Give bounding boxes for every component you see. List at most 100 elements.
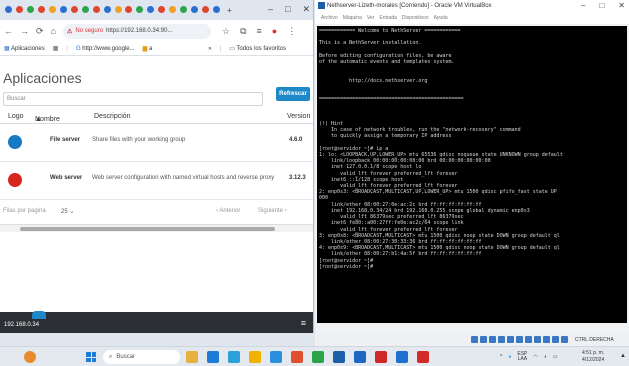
office-app-icon[interactable] bbox=[291, 351, 303, 363]
tab-favicon[interactable] bbox=[59, 6, 67, 13]
tab-favicon[interactable] bbox=[114, 6, 122, 13]
battery-icon[interactable]: ▭ bbox=[553, 354, 558, 360]
cpu-icon[interactable] bbox=[543, 336, 550, 343]
language-indicator[interactable]: ESP LAA bbox=[517, 352, 527, 362]
horizontal-scrollbar[interactable] bbox=[0, 224, 313, 232]
clock[interactable]: 4:51 p. m. 4/12/2024 bbox=[582, 350, 604, 364]
tray-overflow-icon[interactable]: ^ bbox=[500, 354, 502, 360]
tab-favicon[interactable] bbox=[37, 6, 45, 13]
menu-maquina[interactable]: Máquina bbox=[343, 15, 362, 24]
close-icon[interactable]: ✕ bbox=[302, 4, 310, 15]
tab-favicon[interactable] bbox=[191, 6, 199, 13]
star-icon[interactable]: ☆ bbox=[222, 26, 230, 37]
extensions-icon[interactable]: ⧉ bbox=[240, 26, 246, 37]
chrome-app-icon[interactable] bbox=[312, 351, 324, 363]
minimize-icon[interactable]: – bbox=[581, 1, 585, 10]
tab-favicon[interactable] bbox=[26, 6, 34, 13]
more-icon[interactable]: ⋮ bbox=[287, 26, 296, 37]
tab-favicon[interactable] bbox=[103, 6, 111, 13]
tab-favicon[interactable] bbox=[136, 6, 144, 13]
tab-favicon[interactable] bbox=[147, 6, 155, 13]
menu-archivo[interactable]: Archivo bbox=[321, 15, 338, 24]
recording-icon[interactable] bbox=[534, 336, 541, 343]
search-input[interactable]: Buscar bbox=[3, 92, 263, 106]
tray-app-icon[interactable]: ● bbox=[508, 354, 511, 360]
menu-ayuda[interactable]: Ayuda bbox=[434, 15, 448, 24]
bookmark-apps[interactable]: ▦ Aplicaciones bbox=[4, 45, 45, 52]
weather-icon[interactable] bbox=[24, 351, 36, 363]
optical-icon[interactable] bbox=[480, 336, 487, 343]
address-bar[interactable]: ⚠ No seguro https://192.168.0.34:90... bbox=[62, 23, 211, 39]
pdf-app-icon[interactable] bbox=[417, 351, 429, 363]
mail-app-icon[interactable] bbox=[270, 351, 282, 363]
profile-icon[interactable]: ● bbox=[272, 26, 277, 37]
volume-icon[interactable]: ◖ bbox=[544, 354, 547, 360]
app-name[interactable]: File server bbox=[50, 137, 80, 143]
tab-favicon[interactable] bbox=[180, 6, 188, 13]
minimize-icon[interactable]: – bbox=[268, 4, 273, 15]
prev-page-button[interactable]: ‹ Anterior bbox=[216, 208, 240, 214]
menu-ver[interactable]: Ver bbox=[367, 15, 375, 24]
tab-favicon[interactable] bbox=[202, 6, 210, 13]
virtualbox-app-icon[interactable] bbox=[333, 351, 345, 363]
maximize-icon[interactable]: □ bbox=[599, 1, 604, 10]
menu-dispositivos[interactable]: Dispositivos bbox=[402, 15, 429, 24]
refresh-button[interactable]: Refrescar bbox=[276, 87, 310, 101]
bookmark-all[interactable]: ▭ Todos los favoritos bbox=[229, 45, 286, 52]
forward-icon[interactable]: → bbox=[20, 26, 29, 36]
maximize-icon[interactable]: □ bbox=[285, 4, 290, 15]
tab-favicon[interactable] bbox=[125, 6, 133, 13]
new-tab-icon[interactable]: + bbox=[227, 6, 232, 15]
keyboard-icon[interactable] bbox=[561, 336, 568, 343]
reload-icon[interactable]: ⟳ bbox=[36, 26, 44, 37]
tab-favicon[interactable] bbox=[213, 6, 221, 13]
column-logo[interactable]: Logo bbox=[8, 113, 24, 120]
tab-favicon[interactable] bbox=[48, 6, 56, 13]
wifi-icon[interactable]: ◠ bbox=[533, 354, 537, 360]
tab-favicon[interactable] bbox=[5, 6, 12, 13]
next-page-button[interactable]: Siguiente › bbox=[258, 208, 287, 214]
settings-app-icon[interactable] bbox=[354, 351, 366, 363]
close-icon[interactable]: ✕ bbox=[618, 1, 625, 10]
network-icon[interactable] bbox=[498, 336, 505, 343]
column-description[interactable]: Descripción bbox=[94, 113, 131, 120]
rows-per-page-select[interactable]: 25 ⌄ bbox=[61, 208, 74, 215]
tab-favicon[interactable] bbox=[81, 6, 89, 13]
scrollbar-thumb[interactable] bbox=[20, 227, 275, 231]
word-app-icon[interactable] bbox=[396, 351, 408, 363]
bookmark-grid-icon[interactable]: ▦ bbox=[53, 45, 59, 52]
app-name[interactable]: Web server bbox=[50, 175, 82, 181]
mouse-icon[interactable] bbox=[552, 336, 559, 343]
more-bookmarks-icon[interactable]: » bbox=[208, 46, 211, 52]
tab-favicon[interactable] bbox=[70, 6, 78, 13]
storage-icon[interactable] bbox=[471, 336, 478, 343]
home-icon[interactable]: ⌂ bbox=[51, 26, 56, 36]
vm-console[interactable]: ============ Welcome to NethServer =====… bbox=[317, 26, 627, 323]
audio-icon[interactable] bbox=[489, 336, 496, 343]
hamburger-menu-icon[interactable]: ≡ bbox=[301, 318, 306, 328]
table-row[interactable]: File server Share files with your workin… bbox=[0, 124, 313, 162]
tab-favicon[interactable] bbox=[15, 6, 23, 13]
display-icon[interactable] bbox=[525, 336, 532, 343]
table-row[interactable]: Web server Web server configuration with… bbox=[0, 162, 313, 200]
tab-favicons[interactable]: + bbox=[4, 6, 232, 15]
files-app-icon[interactable] bbox=[249, 351, 261, 363]
edge-app-icon[interactable] bbox=[228, 351, 240, 363]
bookmark-a[interactable]: ▆ a bbox=[143, 45, 153, 52]
start-button[interactable] bbox=[86, 352, 96, 362]
tab-favicon[interactable] bbox=[158, 6, 166, 13]
usb-icon[interactable] bbox=[507, 336, 514, 343]
column-version[interactable]: Version bbox=[287, 113, 310, 120]
store-app-icon[interactable] bbox=[207, 351, 219, 363]
taskbar-search[interactable]: ⌕ Buscar bbox=[103, 350, 180, 364]
notification-icon[interactable]: ▲ bbox=[620, 353, 626, 359]
menu-icon[interactable]: ≡ bbox=[257, 26, 262, 37]
cloud-icon[interactable] bbox=[32, 311, 46, 319]
bookmark-google[interactable]: G http://www.google... bbox=[76, 46, 135, 52]
menu-entrada[interactable]: Entrada bbox=[379, 15, 397, 24]
tab-favicon[interactable] bbox=[92, 6, 100, 13]
shared-folder-icon[interactable] bbox=[516, 336, 523, 343]
back-icon[interactable]: ← bbox=[4, 26, 13, 36]
explorer-app-icon[interactable] bbox=[186, 351, 198, 363]
red-app-icon[interactable] bbox=[375, 351, 387, 363]
